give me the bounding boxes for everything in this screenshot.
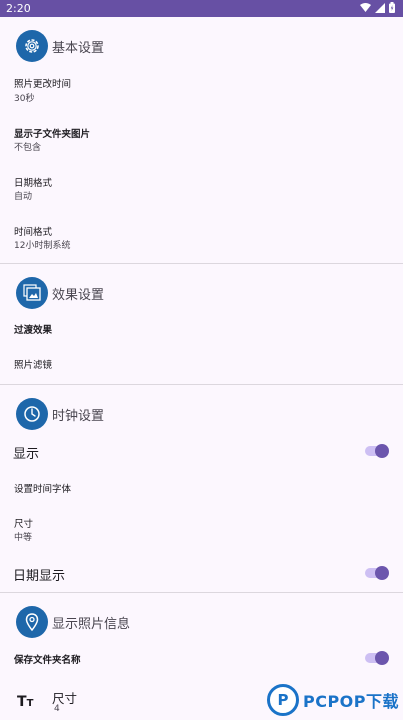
- section-title-photo-info: 显示照片信息: [52, 616, 131, 632]
- setting-title: 照片滤镜: [14, 360, 53, 371]
- watermark-text: PCPOP下载: [302, 692, 399, 711]
- setting-value: 不包含: [14, 143, 42, 153]
- text-size-icon: TT: [17, 694, 34, 710]
- setting-title: 过渡效果: [14, 325, 53, 336]
- setting-title: 时间格式: [14, 227, 53, 238]
- pcpop-logo-icon: P: [266, 684, 299, 716]
- gear-icon: [16, 30, 48, 62]
- setting-title: 显示: [13, 447, 40, 462]
- section-header-basic: 基本设置: [16, 29, 104, 63]
- section-header-photo-info: 显示照片信息: [16, 605, 130, 639]
- setting-title: 显示子文件夹图片: [14, 129, 91, 140]
- setting-value: 自动: [14, 192, 33, 202]
- location-pin-icon: [16, 606, 48, 638]
- setting-title: 照片更改时间: [14, 79, 72, 90]
- setting-title: 保存文件夹名称: [14, 655, 81, 666]
- section-header-effects: 效果设置: [16, 276, 104, 310]
- clock-display-toggle[interactable]: [365, 444, 389, 458]
- section-title-basic: 基本设置: [52, 40, 105, 56]
- section-header-clock: 时钟设置: [16, 397, 104, 431]
- battery-icon: [389, 2, 395, 13]
- folder-name-toggle[interactable]: [365, 651, 389, 665]
- status-time: 2:20: [6, 2, 31, 15]
- wifi-icon: [360, 2, 371, 12]
- watermark-logo: P PCPOP下载: [266, 684, 399, 716]
- divider: [0, 592, 403, 593]
- setting-title: 日期格式: [14, 178, 53, 189]
- section-title-effects: 效果设置: [52, 287, 105, 303]
- photo-gallery-icon: [16, 277, 48, 309]
- status-bar: 2:20: [0, 0, 403, 17]
- setting-value: 中等: [14, 533, 33, 543]
- date-display-toggle[interactable]: [365, 566, 389, 580]
- setting-value: 4: [54, 704, 60, 714]
- section-title-clock: 时钟设置: [52, 408, 105, 424]
- setting-title: 设置时间字体: [14, 484, 72, 495]
- divider: [0, 384, 403, 385]
- setting-value: 12小时制系统: [14, 241, 71, 251]
- setting-value: 30秒: [14, 94, 35, 104]
- divider: [0, 263, 403, 264]
- setting-info-size[interactable]: TT 尺寸 4 P PCPOP下载: [0, 682, 403, 720]
- setting-title: 尺寸: [14, 519, 34, 530]
- setting-title: 日期显示: [13, 569, 66, 584]
- signal-icon: [375, 2, 385, 13]
- clock-icon: [16, 398, 48, 430]
